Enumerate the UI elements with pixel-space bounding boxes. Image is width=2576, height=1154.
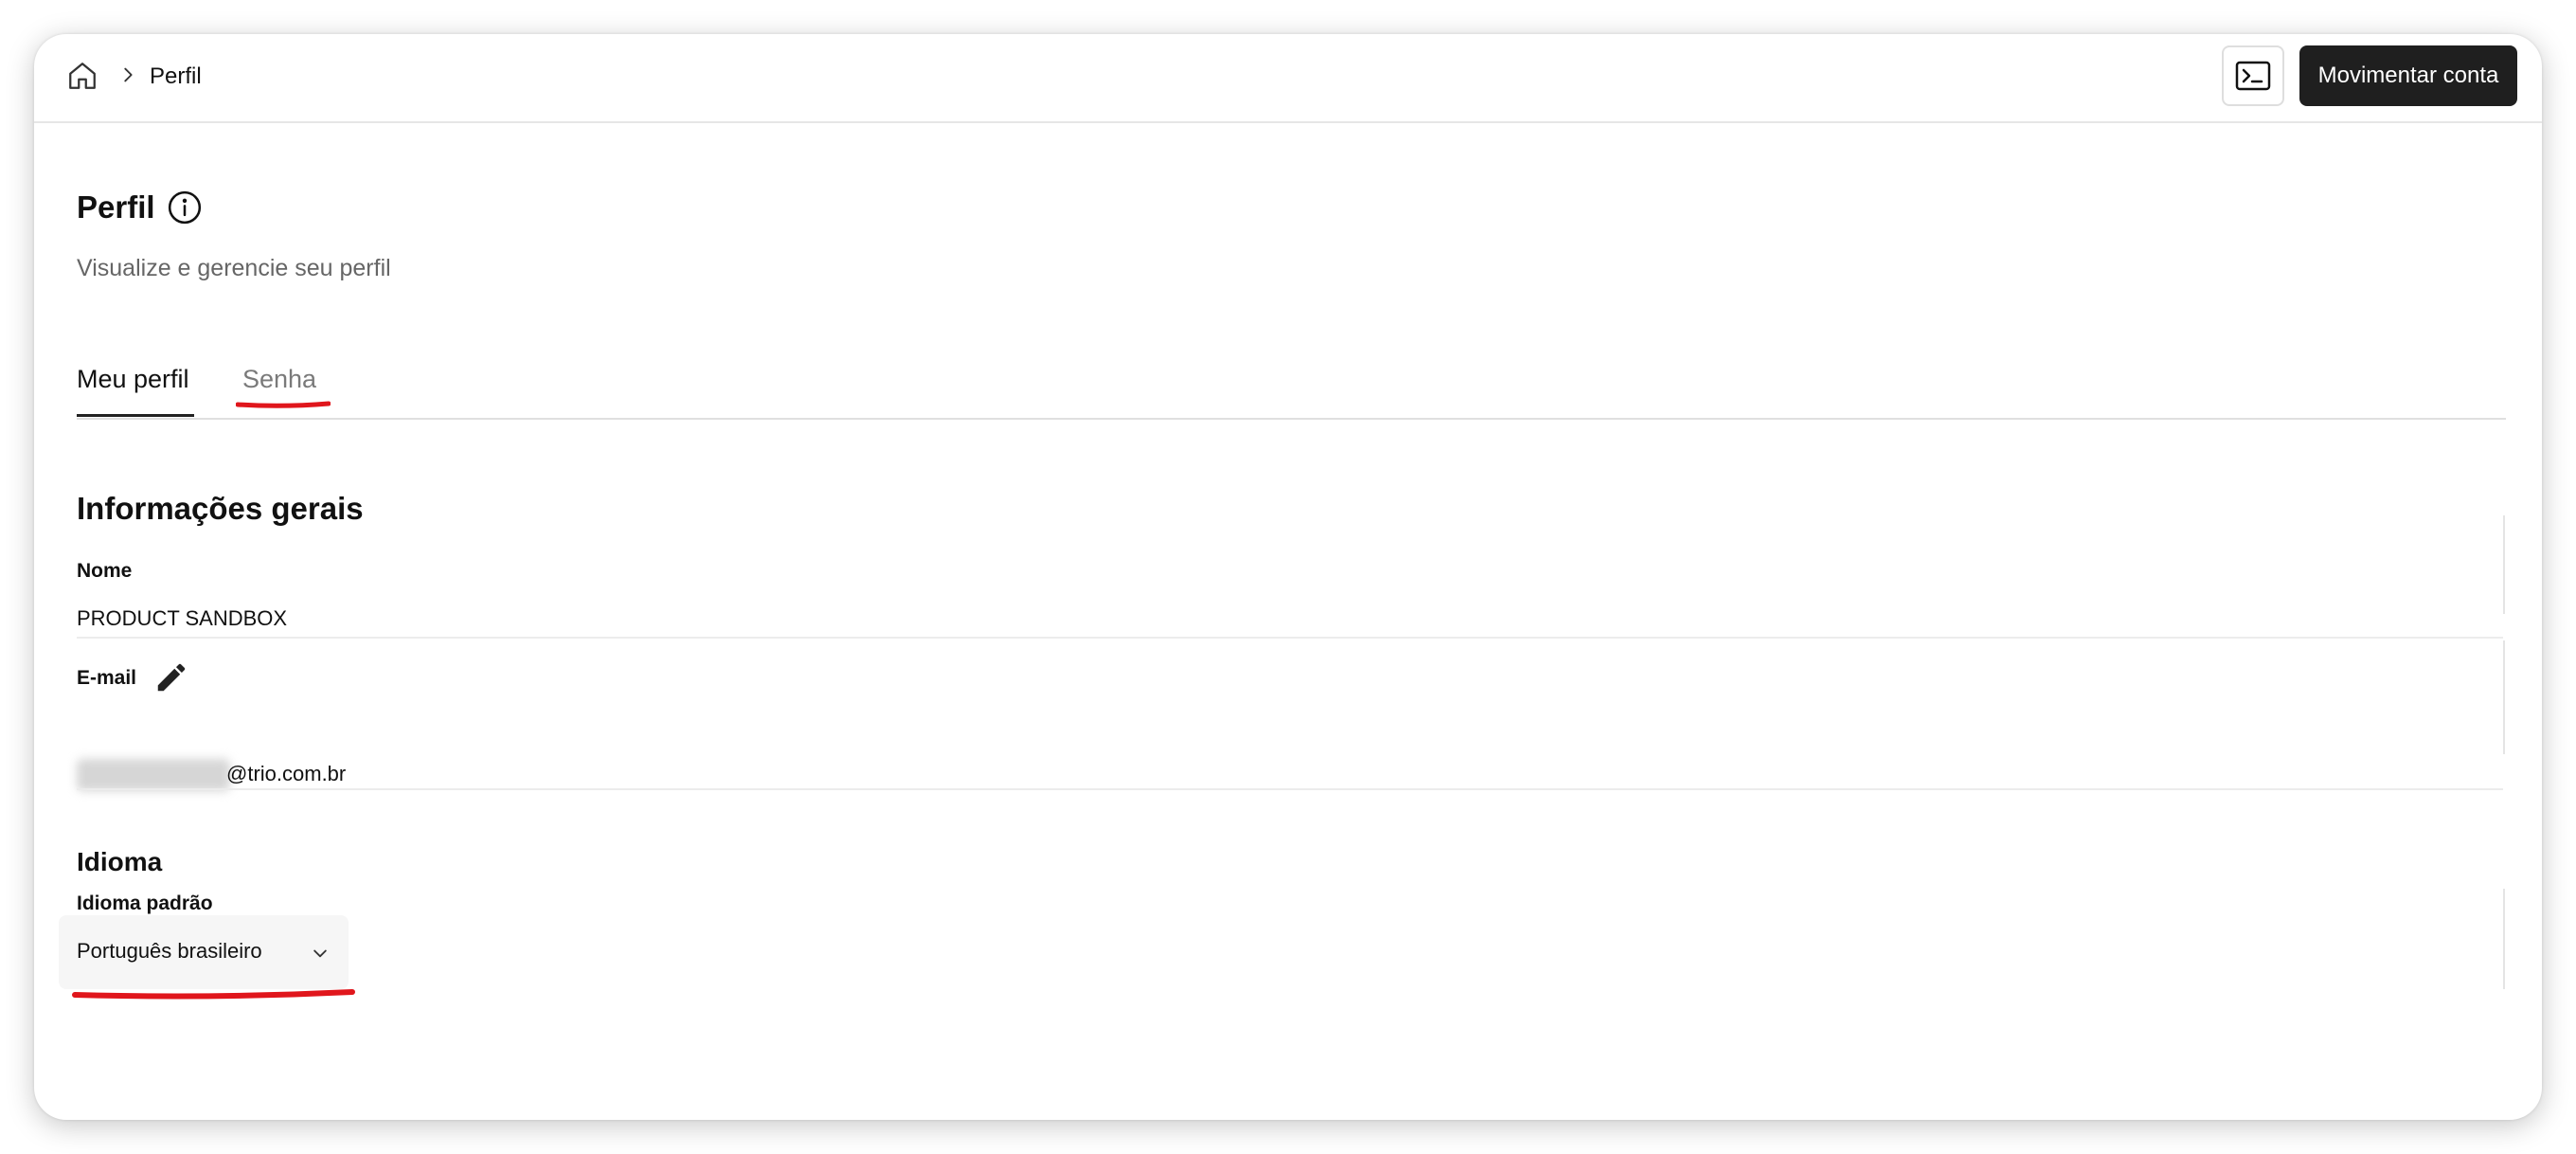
row-divider — [77, 637, 2503, 639]
active-tab-indicator — [77, 414, 194, 417]
move-account-button[interactable]: Movimentar conta — [2299, 45, 2517, 106]
breadcrumb-chevron-icon — [124, 67, 133, 82]
tab-senha[interactable]: Senha — [242, 362, 316, 396]
row-divider-right — [2503, 640, 2505, 754]
language-select[interactable]: Português brasileiro — [59, 915, 349, 989]
profile-tabs: Meu perfil Senha — [77, 352, 2506, 420]
name-label: Nome — [77, 560, 133, 582]
default-language-label: Idioma padrão — [77, 893, 213, 914]
breadcrumb-current: Perfil — [150, 63, 202, 89]
email-label: E-mail — [77, 667, 137, 689]
info-icon[interactable] — [167, 189, 203, 225]
annotation-underline-language — [72, 989, 355, 1000]
language-select-value: Português brasileiro — [77, 939, 262, 963]
row-divider-right — [2503, 515, 2505, 614]
row-divider — [77, 788, 2503, 790]
section-title-general-info: Informações gerais — [77, 491, 364, 526]
email-value-domain: @trio.com.br — [226, 762, 347, 785]
page-subtitle: Visualize e gerencie seu perfil — [77, 255, 391, 281]
chevron-down-icon — [313, 949, 327, 958]
home-icon[interactable] — [65, 59, 99, 93]
page-title: Perfil — [77, 189, 155, 225]
app-window: Perfil Movimentar conta Perfil Visualize… — [34, 34, 2542, 1120]
section-title-language: Idioma — [77, 847, 163, 876]
name-value: PRODUCT SANDBOX — [77, 606, 288, 630]
terminal-button[interactable] — [2222, 45, 2284, 106]
email-redacted-blur — [77, 759, 230, 791]
row-divider-right — [2503, 889, 2505, 989]
top-bar: Perfil Movimentar conta — [34, 34, 2542, 123]
edit-pencil-icon[interactable] — [153, 659, 189, 695]
annotation-underline-senha — [236, 401, 331, 408]
tab-meu-perfil[interactable]: Meu perfil — [77, 362, 189, 396]
terminal-icon — [2235, 61, 2271, 91]
